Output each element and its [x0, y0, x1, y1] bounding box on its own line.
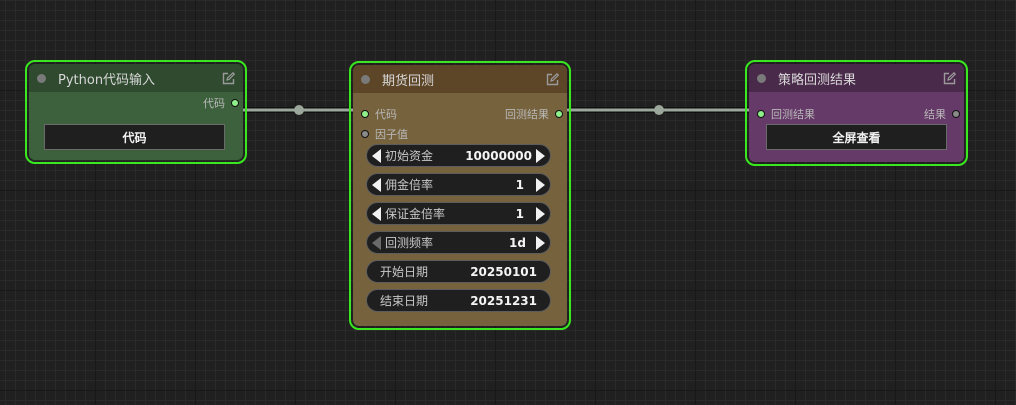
edit-icon[interactable] — [222, 72, 235, 85]
link-center-code[interactable] — [294, 105, 304, 115]
widget-value[interactable]: 1 — [516, 207, 528, 221]
node-title: 策略回测结果 — [778, 72, 857, 88]
widget-label: 初始资金 — [385, 149, 434, 163]
output-slot-code[interactable]: 代码 — [203, 96, 239, 110]
node-title-bar[interactable]: Python代码输入 — [29, 64, 243, 92]
link-center-result[interactable] — [654, 105, 664, 115]
input-slot-label: 回测结果 — [771, 108, 815, 121]
input-slot-backtest-result[interactable]: 回测结果 — [757, 107, 815, 121]
widget-value[interactable]: 1d — [509, 236, 530, 250]
input-slot-dot[interactable] — [757, 110, 765, 118]
widget-value[interactable]: 1 — [516, 178, 528, 192]
widget-label: 佣金倍率 — [385, 178, 434, 192]
arrow-right-icon[interactable] — [536, 148, 545, 163]
edit-icon[interactable] — [943, 72, 956, 85]
output-slot-label: 回测结果 — [505, 108, 549, 121]
arrow-right-icon[interactable] — [536, 177, 545, 192]
node-python-code-input[interactable]: Python代码输入 代码 代码 — [25, 60, 247, 164]
input-slot-label: 因子值 — [375, 128, 408, 141]
widget-end-date[interactable]: 结束日期 20251231 — [366, 289, 551, 312]
node-futures-backtest[interactable]: 期货回测 代码 因子值 回测结果 初始资金 10000000 佣金倍率 1 保证… — [349, 61, 571, 330]
code-button[interactable]: 代码 — [44, 124, 225, 150]
arrow-right-icon[interactable] — [536, 206, 545, 221]
widget-backtest-frequency[interactable]: 回测频率 1d — [366, 231, 551, 254]
edit-icon[interactable] — [546, 73, 559, 86]
input-slot-code[interactable]: 代码 — [361, 107, 397, 121]
output-slot-dot[interactable] — [555, 110, 563, 118]
input-slot-dot[interactable] — [361, 110, 369, 118]
collapse-dot-icon[interactable] — [757, 73, 766, 83]
collapse-dot-icon[interactable] — [37, 73, 46, 83]
node-title-bar[interactable]: 期货回测 — [353, 65, 567, 93]
widget-label: 开始日期 — [380, 265, 429, 279]
node-strategy-backtest-result[interactable]: 策略回测结果 回测结果 结果 全屏查看 — [745, 60, 968, 166]
output-slot-dot[interactable] — [231, 99, 239, 107]
widget-value[interactable]: 20251231 — [470, 294, 550, 308]
fullscreen-view-button[interactable]: 全屏查看 — [766, 124, 947, 150]
input-slot-label: 代码 — [375, 108, 397, 121]
arrow-left-icon[interactable] — [372, 148, 381, 163]
output-slot-backtest-result[interactable]: 回测结果 — [505, 107, 563, 121]
collapse-dot-icon[interactable] — [361, 74, 370, 84]
arrow-left-icon[interactable] — [372, 235, 381, 250]
output-slot-dot[interactable] — [952, 110, 960, 118]
node-title: Python代码输入 — [58, 72, 156, 88]
output-slot-label: 代码 — [203, 97, 225, 110]
widget-label: 回测频率 — [385, 236, 434, 250]
arrow-left-icon[interactable] — [372, 177, 381, 192]
widget-value[interactable]: 20250101 — [470, 265, 550, 279]
node-title: 期货回测 — [382, 73, 435, 89]
input-slot-factor[interactable]: 因子值 — [361, 127, 408, 141]
node-title-bar[interactable]: 策略回测结果 — [749, 64, 964, 92]
widget-margin-multiplier[interactable]: 保证金倍率 1 — [366, 202, 551, 225]
widget-label: 结束日期 — [380, 294, 429, 308]
widget-commission-multiplier[interactable]: 佣金倍率 1 — [366, 173, 551, 196]
widget-label: 保证金倍率 — [385, 207, 446, 221]
widget-value[interactable]: 10000000 — [465, 149, 536, 163]
widget-initial-capital[interactable]: 初始资金 10000000 — [366, 144, 551, 167]
output-slot-label: 结果 — [924, 108, 946, 121]
input-slot-dot[interactable] — [361, 130, 369, 138]
arrow-left-icon[interactable] — [372, 206, 381, 221]
widget-start-date[interactable]: 开始日期 20250101 — [366, 260, 551, 283]
arrow-right-icon[interactable] — [536, 235, 545, 250]
output-slot-result[interactable]: 结果 — [924, 107, 960, 121]
